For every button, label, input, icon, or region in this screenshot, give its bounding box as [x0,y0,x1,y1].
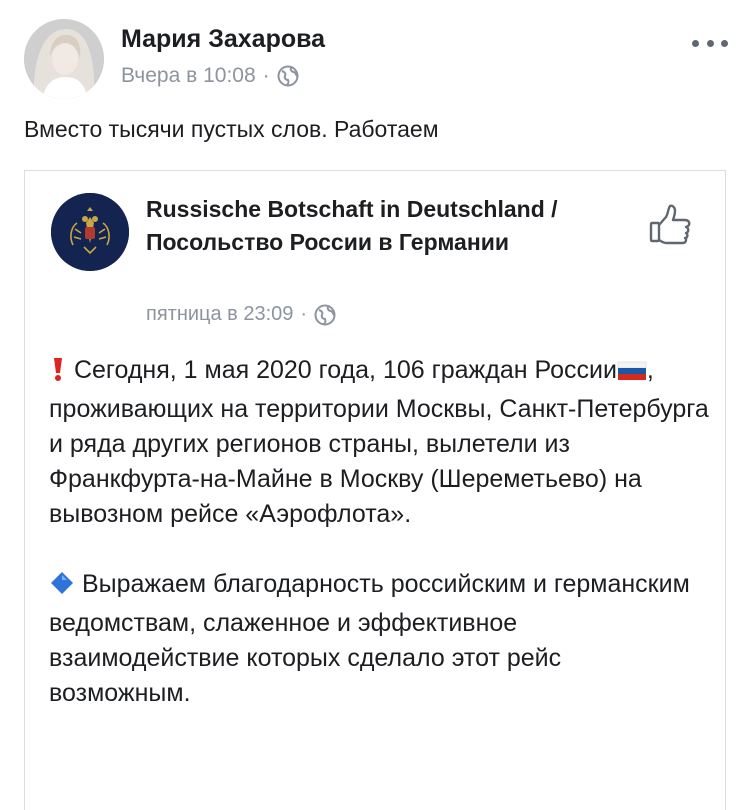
paragraph-1-text-part1: Сегодня, 1 мая 2020 года, 106 граждан Ро… [73,356,617,384]
more-dot [721,39,728,47]
paragraph-2: Выражаем благодарность российским и герм… [49,567,709,711]
russian-flag-icon [617,357,647,392]
shared-timestamp[interactable]: пятница в 23:09 [146,303,293,326]
red-exclamation-icon [49,356,67,392]
more-options-icon[interactable] [692,36,728,50]
globe-icon[interactable] [314,304,336,326]
more-dot [706,39,714,47]
paragraph-1: Сегодня, 1 мая 2020 года, 106 граждан Ро… [49,353,709,532]
shared-post-card[interactable]: Russische Botschaft in Deutschland / Пос… [24,170,726,810]
meta-separator: · [300,303,308,325]
blue-diamond-icon [49,570,75,606]
paragraph-2-text: Выражаем благодарность российским и герм… [49,570,690,707]
post-header: Мария Захарова Вчера в 10:08 · [0,0,750,110]
meta-separator: · [262,64,270,87]
thumbs-up-icon[interactable] [648,201,694,247]
embassy-emblem-avatar[interactable] [51,193,129,271]
more-dot [692,39,699,47]
shared-post-body: Сегодня, 1 мая 2020 года, 106 граждан Ро… [49,353,709,711]
post-timestamp[interactable]: Вчера в 10:08 [121,64,256,88]
post-meta: Вчера в 10:08 · [121,64,299,88]
author-name[interactable]: Мария Захарова [121,25,325,54]
globe-icon[interactable] [277,65,299,87]
author-avatar[interactable] [24,19,104,99]
shared-post-meta: пятница в 23:09 · [146,303,336,326]
post-text: Вместо тысячи пустых слов. Работаем [24,116,439,142]
page-name[interactable]: Russische Botschaft in Deutschland / Пос… [146,193,636,259]
